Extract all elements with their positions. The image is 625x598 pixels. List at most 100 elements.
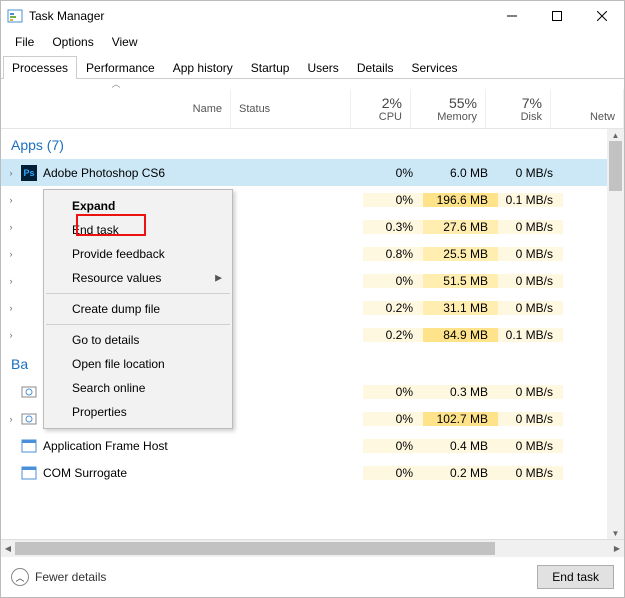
disk-value: 0 MB/s bbox=[498, 274, 563, 288]
process-name: Adobe Photoshop CS6 bbox=[43, 166, 243, 180]
tab-performance[interactable]: Performance bbox=[77, 56, 164, 79]
service-icon bbox=[21, 411, 37, 427]
blank-icon bbox=[21, 273, 37, 289]
scrollbar-thumb[interactable] bbox=[609, 141, 622, 191]
mem-pct: 55% bbox=[449, 95, 477, 111]
ctx-feedback[interactable]: Provide feedback bbox=[44, 242, 232, 266]
fewer-details-button[interactable]: ︿ Fewer details bbox=[11, 568, 106, 586]
scroll-right-icon[interactable]: ▶ bbox=[610, 540, 624, 557]
context-menu: Expand End task Provide feedback Resourc… bbox=[43, 189, 233, 429]
table-row[interactable]: COM Surrogate0%0.2 MB0 MB/s bbox=[1, 459, 607, 486]
col-net-label: Netw bbox=[590, 111, 615, 123]
expand-icon[interactable]: › bbox=[1, 168, 21, 178]
cpu-value: 0% bbox=[363, 412, 423, 426]
disk-value: 0 MB/s bbox=[498, 247, 563, 261]
col-disk-label: Disk bbox=[521, 111, 542, 123]
tabbar: Processes Performance App history Startu… bbox=[1, 55, 624, 79]
col-name[interactable]: Name bbox=[1, 89, 231, 128]
horizontal-scrollbar[interactable]: ◀ ▶ bbox=[1, 540, 624, 557]
tab-processes[interactable]: Processes bbox=[3, 56, 77, 79]
col-name-label: Name bbox=[193, 103, 222, 115]
cpu-value: 0.2% bbox=[363, 301, 423, 315]
disk-value: 0 MB/s bbox=[498, 220, 563, 234]
col-status[interactable]: Status bbox=[231, 89, 351, 128]
ctx-open-file-location[interactable]: Open file location bbox=[44, 352, 232, 376]
col-status-label: Status bbox=[239, 103, 270, 115]
minimize-button[interactable] bbox=[489, 1, 534, 31]
memory-value: 51.5 MB bbox=[423, 274, 498, 288]
chevron-right-icon: ▶ bbox=[215, 273, 222, 284]
fewer-details-label: Fewer details bbox=[35, 570, 106, 584]
footer: ︿ Fewer details End task bbox=[1, 557, 624, 597]
cpu-value: 0.3% bbox=[363, 220, 423, 234]
close-button[interactable] bbox=[579, 1, 624, 31]
maximize-button[interactable] bbox=[534, 1, 579, 31]
service-icon bbox=[21, 384, 37, 400]
tab-services[interactable]: Services bbox=[403, 56, 467, 79]
disk-value: 0 MB/s bbox=[498, 439, 563, 453]
group-apps: Apps (7) bbox=[1, 129, 607, 159]
expand-icon[interactable]: › bbox=[1, 414, 21, 424]
menu-options[interactable]: Options bbox=[44, 33, 101, 51]
disk-value: 0 MB/s bbox=[498, 412, 563, 426]
memory-value: 0.2 MB bbox=[423, 466, 498, 480]
tab-users[interactable]: Users bbox=[298, 56, 347, 79]
cpu-value: 0% bbox=[363, 439, 423, 453]
scroll-left-icon[interactable]: ◀ bbox=[1, 540, 15, 557]
chevron-up-icon: ︿ bbox=[11, 568, 29, 586]
separator bbox=[46, 293, 230, 294]
col-disk[interactable]: 7%Disk bbox=[486, 89, 551, 128]
expand-icon[interactable]: › bbox=[1, 276, 21, 286]
memory-value: 0.4 MB bbox=[423, 439, 498, 453]
expand-icon[interactable]: › bbox=[1, 330, 21, 340]
menubar: File Options View bbox=[1, 31, 624, 55]
tab-app-history[interactable]: App history bbox=[164, 56, 242, 79]
cpu-value: 0% bbox=[363, 274, 423, 288]
end-task-button[interactable]: End task bbox=[537, 565, 614, 589]
memory-value: 27.6 MB bbox=[423, 220, 498, 234]
memory-value: 25.5 MB bbox=[423, 247, 498, 261]
blank-icon bbox=[21, 246, 37, 262]
col-cpu[interactable]: 2%CPU bbox=[351, 89, 411, 128]
disk-value: 0 MB/s bbox=[498, 301, 563, 315]
ctx-properties[interactable]: Properties bbox=[44, 400, 232, 424]
ctx-expand[interactable]: Expand bbox=[44, 194, 232, 218]
disk-value: 0.1 MB/s bbox=[498, 193, 563, 207]
table-row[interactable]: Application Frame Host0%0.4 MB0 MB/s bbox=[1, 432, 607, 459]
scroll-down-icon[interactable]: ▼ bbox=[607, 527, 624, 539]
col-network[interactable]: Netw bbox=[551, 89, 624, 128]
vertical-scrollbar[interactable]: ▲ ▼ bbox=[607, 129, 624, 539]
tab-startup[interactable]: Startup bbox=[242, 56, 299, 79]
app-icon bbox=[7, 8, 23, 24]
expand-icon[interactable]: › bbox=[1, 303, 21, 313]
blank-icon bbox=[21, 192, 37, 208]
menu-view[interactable]: View bbox=[104, 33, 146, 51]
hscroll-thumb[interactable] bbox=[15, 542, 495, 555]
expand-icon[interactable]: › bbox=[1, 195, 21, 205]
app-icon bbox=[21, 465, 37, 481]
table-row[interactable]: ›PsAdobe Photoshop CS60%6.0 MB0 MB/s bbox=[1, 159, 607, 186]
disk-pct: 7% bbox=[522, 95, 542, 111]
app-icon bbox=[21, 438, 37, 454]
cpu-value: 0% bbox=[363, 166, 423, 180]
expand-icon[interactable]: › bbox=[1, 249, 21, 259]
memory-value: 6.0 MB bbox=[423, 166, 498, 180]
photoshop-icon: Ps bbox=[21, 165, 37, 181]
col-mem-label: Memory bbox=[437, 111, 477, 123]
memory-value: 102.7 MB bbox=[423, 412, 498, 426]
cpu-pct: 2% bbox=[382, 95, 402, 111]
col-memory[interactable]: 55%Memory bbox=[411, 89, 486, 128]
memory-value: 0.3 MB bbox=[423, 385, 498, 399]
cpu-value: 0% bbox=[363, 193, 423, 207]
menu-file[interactable]: File bbox=[7, 33, 42, 51]
ctx-end-task[interactable]: End task bbox=[44, 218, 232, 242]
ctx-create-dump[interactable]: Create dump file bbox=[44, 297, 232, 321]
expand-icon[interactable]: › bbox=[1, 222, 21, 232]
tab-details[interactable]: Details bbox=[348, 56, 403, 79]
ctx-resource-values[interactable]: Resource values▶ bbox=[44, 266, 232, 290]
ctx-go-to-details[interactable]: Go to details bbox=[44, 328, 232, 352]
scroll-up-icon[interactable]: ▲ bbox=[607, 129, 624, 141]
ctx-search-online[interactable]: Search online bbox=[44, 376, 232, 400]
disk-value: 0 MB/s bbox=[498, 466, 563, 480]
memory-value: 31.1 MB bbox=[423, 301, 498, 315]
